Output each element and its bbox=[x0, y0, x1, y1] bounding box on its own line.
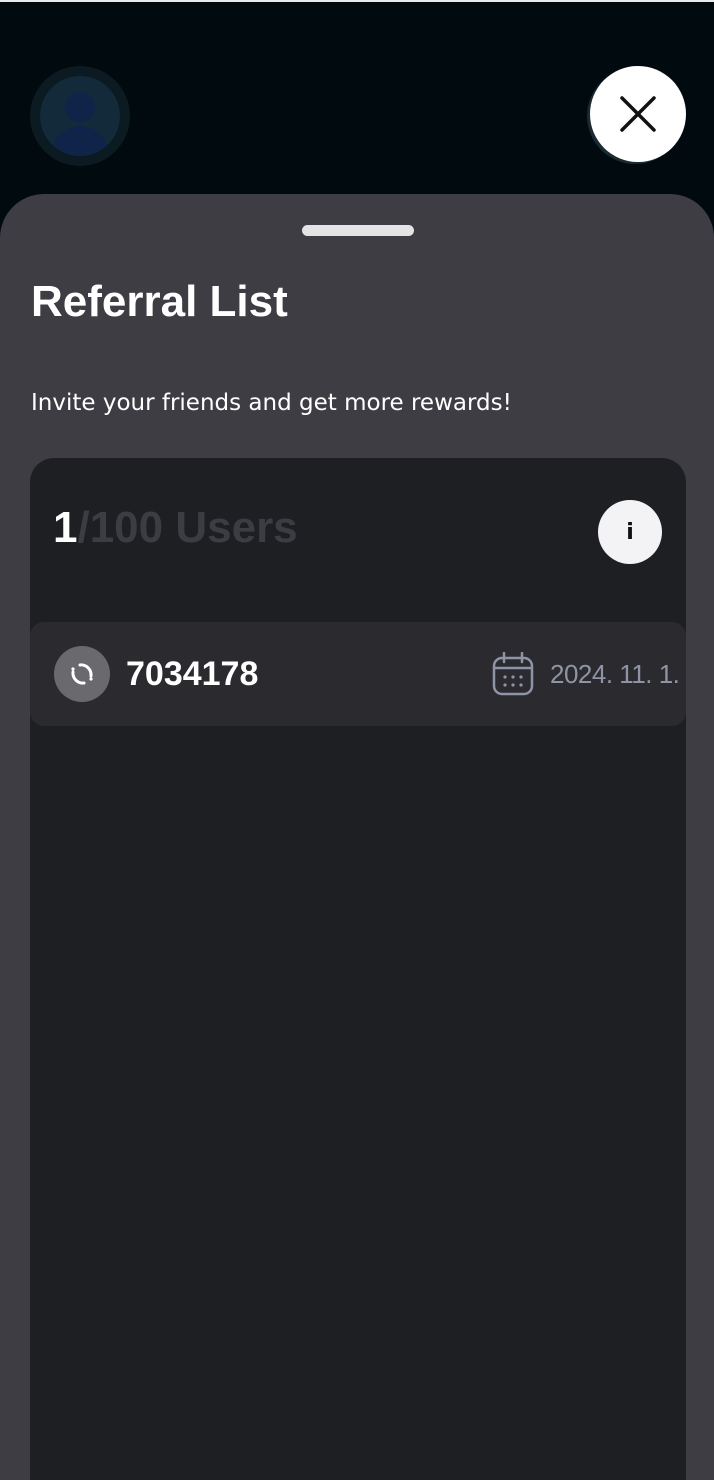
avatar-body-shape bbox=[52, 126, 108, 156]
sheet-drag-handle[interactable] bbox=[302, 225, 414, 236]
page-title: Referral List bbox=[31, 277, 288, 326]
referral-count-current: 1 bbox=[53, 503, 78, 552]
referral-code: 7034178 bbox=[126, 655, 259, 693]
referral-date: 2024. 11. 1. bbox=[550, 659, 680, 689]
close-button[interactable] bbox=[590, 66, 686, 162]
calendar-icon bbox=[492, 652, 534, 696]
avatar[interactable] bbox=[30, 66, 130, 166]
close-icon bbox=[620, 96, 656, 132]
page-subtitle: Invite your friends and get more rewards… bbox=[31, 390, 512, 416]
avatar-head-shape bbox=[65, 92, 95, 122]
link-icon bbox=[54, 646, 110, 702]
avatar-placeholder-icon bbox=[40, 76, 120, 156]
referral-count: 1/100 Users bbox=[53, 500, 298, 556]
info-button[interactable]: i bbox=[598, 500, 662, 564]
referral-count-total: /100 Users bbox=[77, 503, 298, 552]
list-item[interactable]: 7034178 2024. 11. 1. bbox=[30, 622, 686, 726]
status-bar-divider bbox=[0, 0, 714, 2]
referral-bottom-sheet: Referral List Invite your friends and ge… bbox=[0, 194, 714, 1480]
referral-list-card: 1/100 Users i 7034178 2024. 11. 1. bbox=[30, 458, 686, 1480]
